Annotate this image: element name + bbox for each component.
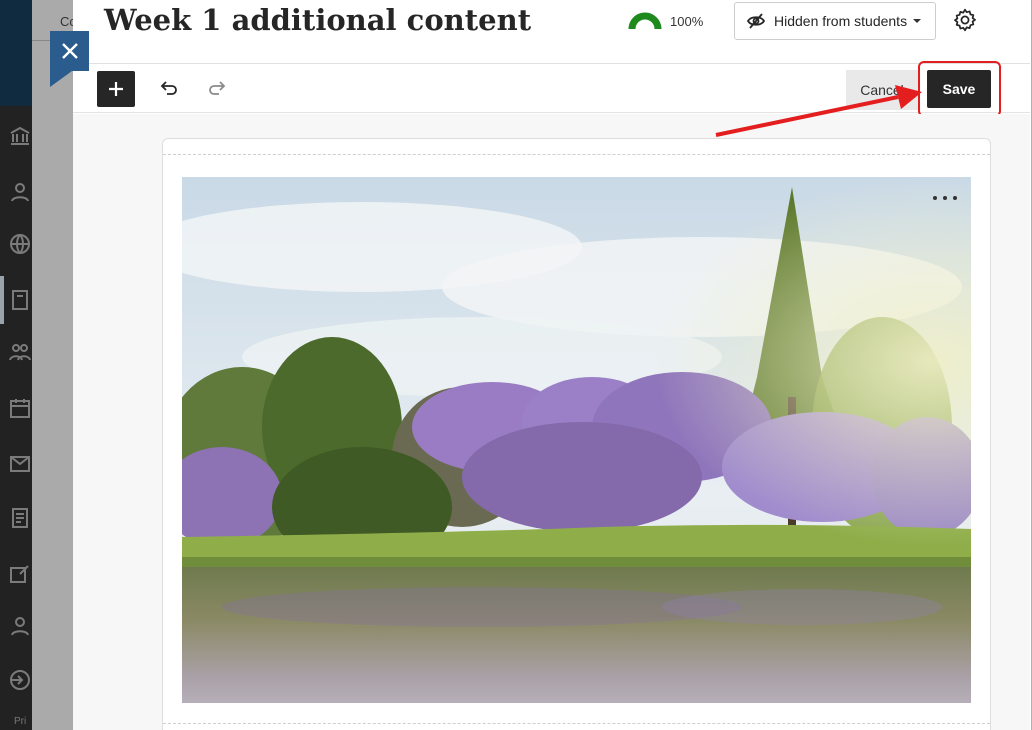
background-page: Co <box>32 0 77 730</box>
document-editor-panel: Week 1 additional content 100% Hidden fr… <box>73 0 1032 730</box>
gear-icon[interactable] <box>952 7 978 33</box>
undo-icon[interactable] <box>160 78 180 98</box>
panel-header: Week 1 additional content 100% Hidden fr… <box>73 0 1030 64</box>
visibility-dropdown[interactable]: Hidden from students <box>734 2 936 40</box>
close-tab-tail <box>50 71 72 87</box>
page-title[interactable]: Week 1 additional content <box>104 3 531 37</box>
profile-icon[interactable] <box>8 180 32 204</box>
progress-label: 100% <box>670 14 704 29</box>
chevron-down-icon <box>913 19 922 23</box>
close-button[interactable] <box>50 31 89 71</box>
redo-icon[interactable] <box>206 78 226 98</box>
block-divider <box>163 154 990 155</box>
institution-icon[interactable] <box>8 124 32 148</box>
save-button[interactable]: Save <box>927 70 991 108</box>
close-icon <box>61 43 78 59</box>
plus-icon <box>109 82 123 96</box>
add-content-button[interactable] <box>97 71 135 107</box>
editor-toolbar: Cancel Save <box>73 61 1030 117</box>
document-canvas <box>162 138 991 730</box>
more-options-icon[interactable] <box>933 191 957 205</box>
user-icon[interactable] <box>8 614 32 638</box>
courses-icon[interactable] <box>8 288 32 312</box>
sign-out-icon[interactable] <box>8 668 32 692</box>
course-nav-sidebar: Pri <box>0 0 32 730</box>
institution-logo <box>0 0 32 106</box>
nav-active-indicator <box>0 276 4 324</box>
groups-icon[interactable] <box>8 340 32 364</box>
jacaranda-lake-photo <box>182 177 971 703</box>
globe-icon[interactable] <box>8 232 32 256</box>
visibility-label: Hidden from students <box>774 13 908 29</box>
edit-icon[interactable] <box>8 562 32 586</box>
image-block[interactable] <box>182 177 971 703</box>
calendar-icon[interactable] <box>8 396 32 420</box>
block-divider <box>163 723 990 724</box>
progress-gauge-icon <box>628 12 662 30</box>
cancel-button[interactable]: Cancel <box>846 70 918 110</box>
footer-fragment: Pri <box>14 716 27 727</box>
hidden-eye-icon <box>746 13 766 29</box>
messages-icon[interactable] <box>8 452 32 476</box>
grades-icon[interactable] <box>8 506 32 530</box>
